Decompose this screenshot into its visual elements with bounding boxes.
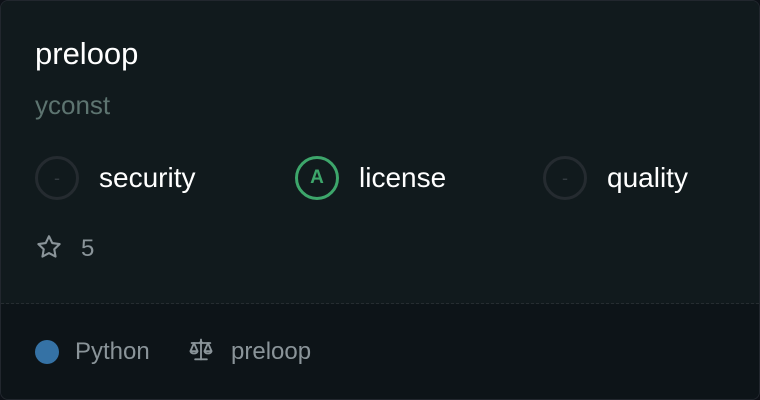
security-grade-circle: - (35, 156, 79, 200)
scale-icon (187, 336, 215, 369)
security-label: security (99, 162, 196, 193)
repo-card[interactable]: preloop yconst - security A license - qu… (0, 0, 760, 400)
language-color-dot (35, 340, 59, 364)
card-body: preloop yconst - security A license - qu… (1, 1, 759, 303)
metric-security: - security (35, 155, 195, 201)
quality-label: quality (607, 162, 688, 193)
license-label: license (359, 162, 447, 193)
language: Python (35, 338, 150, 366)
license-name: preloop (231, 338, 312, 365)
star-count-value: 5 (81, 235, 95, 262)
repo-name[interactable]: preloop (35, 35, 138, 73)
license[interactable]: preloop (187, 338, 311, 366)
star-icon (35, 233, 63, 266)
star-count[interactable]: 5 (35, 233, 94, 265)
metric-license: A license (295, 155, 446, 201)
metric-quality: - quality (543, 155, 688, 201)
quality-grade-circle: - (543, 156, 587, 200)
license-grade-circle: A (295, 156, 339, 200)
language-name: Python (75, 338, 150, 365)
repo-owner[interactable]: yconst (35, 89, 110, 121)
